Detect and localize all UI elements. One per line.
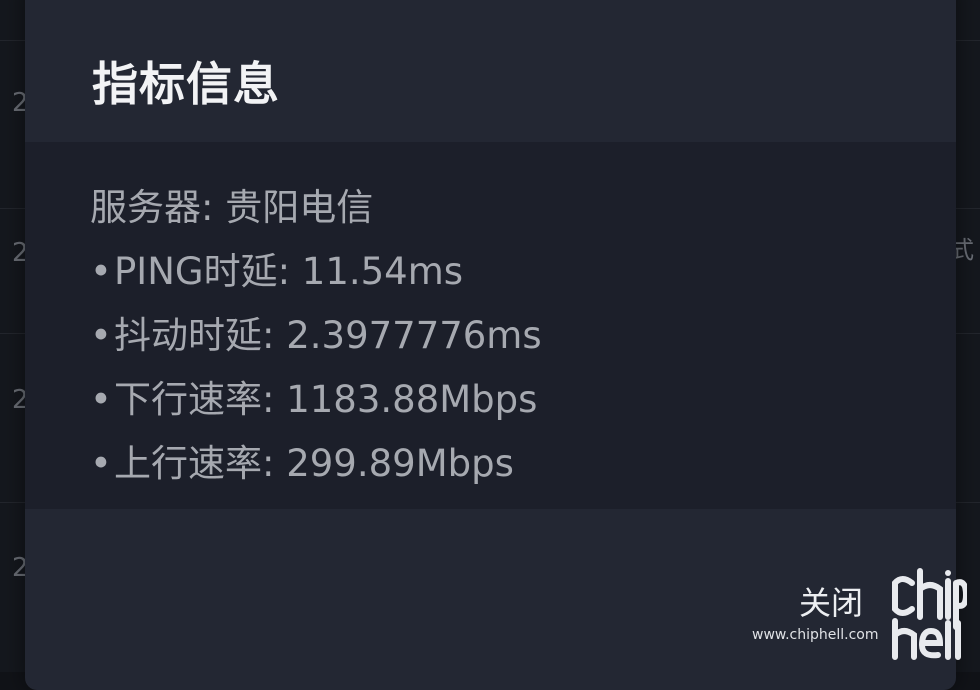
dialog-title: 指标信息: [92, 57, 280, 111]
bullet: •: [90, 250, 112, 293]
server-text: 服务器: 贵阳电信: [90, 186, 374, 229]
chiphell-watermark: www.chiphell.com: [752, 565, 970, 665]
download-text: 下行速率: 1183.88Mbps: [114, 378, 538, 421]
bullet: •: [90, 378, 112, 421]
bullet: •: [90, 314, 112, 357]
jitter-line: •抖动时延: 2.3977776ms: [90, 305, 542, 359]
watermark-url: www.chiphell.com: [752, 627, 879, 643]
chiphell-logo-icon: [892, 568, 970, 660]
ping-line: •PING时延: 11.54ms: [90, 241, 463, 295]
ping-text: PING时延: 11.54ms: [114, 250, 464, 293]
download-line: •下行速率: 1183.88Mbps: [90, 369, 537, 423]
upload-line: •上行速率: 299.89Mbps: [90, 433, 514, 487]
server-line: 服务器: 贵阳电信: [90, 177, 373, 231]
upload-text: 上行速率: 299.89Mbps: [114, 442, 514, 485]
jitter-text: 抖动时延: 2.3977776ms: [114, 314, 542, 357]
bullet: •: [90, 442, 112, 485]
